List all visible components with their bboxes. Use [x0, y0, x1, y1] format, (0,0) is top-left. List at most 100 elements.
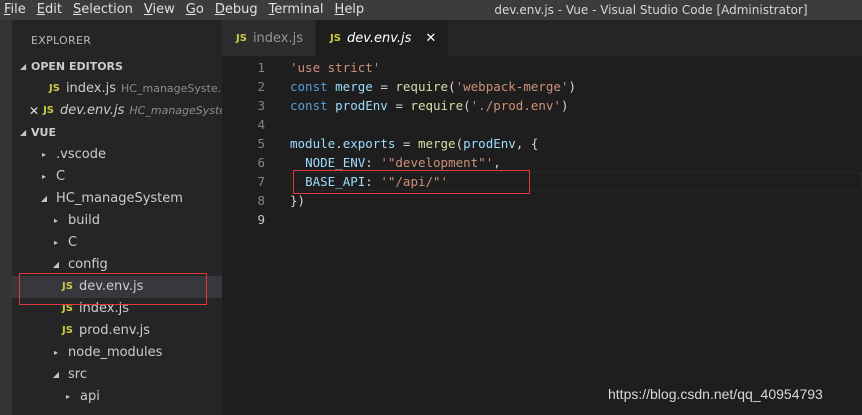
line-number: 7 [257, 174, 265, 189]
explorer-sidebar: EXPLORER ◢ OPEN EDITORS JS index.js HC_m… [12, 20, 222, 415]
chevron-down-icon: ◢ [52, 370, 60, 379]
project-label: VUE [31, 126, 56, 139]
tab-label: dev.env.js [346, 30, 412, 46]
menu-bar: File Edit Selection View Go Debug Terminal Help [0, 0, 371, 20]
folder-item[interactable]: ◢ HC_manageSystem [12, 188, 222, 210]
code-token: , [493, 155, 501, 170]
code-token: exports [342, 136, 396, 151]
open-editor-path: HC_manageSyste... [129, 104, 222, 117]
tab-dev-env-js[interactable]: JS dev.env.js ✕ [316, 20, 450, 56]
close-icon[interactable]: ✕ [425, 31, 436, 46]
tree-item-label: HC_manageSystem [56, 191, 183, 206]
open-editor-name: dev.env.js [60, 103, 125, 118]
js-file-icon: JS [330, 32, 341, 44]
tree-item-label: .vscode [56, 147, 106, 162]
code-token: const [290, 79, 336, 94]
menu-help[interactable]: Help [331, 0, 372, 20]
menu-go[interactable]: Go [182, 0, 211, 20]
open-editors-header[interactable]: ◢ OPEN EDITORS [12, 56, 222, 78]
open-editors-label: OPEN EDITORS [31, 60, 123, 73]
code-token: 'webpack-merge' [455, 79, 569, 94]
menu-view[interactable]: View [140, 0, 182, 20]
chevron-right-icon: ▸ [41, 172, 46, 181]
open-editor-name: index.js [65, 81, 117, 96]
annotation-box-code [293, 170, 530, 194]
code-token: ( [463, 98, 471, 113]
file-item[interactable]: JS prod.env.js [12, 320, 222, 342]
code-token: 'use strict' [290, 60, 381, 75]
code-token: merge [417, 136, 456, 151]
tree-item-label: src [68, 367, 87, 382]
tree-item-label: node_modules [68, 345, 163, 360]
line-number: 4 [257, 117, 265, 132]
open-editor-item-index[interactable]: JS index.js HC_manageSyste... [12, 78, 222, 100]
code-line: 1 'use strict' [222, 58, 862, 77]
code-line: 4 [222, 115, 862, 134]
activity-bar [0, 20, 12, 415]
code-token: ( [448, 79, 456, 94]
line-number: 5 [257, 136, 265, 151]
annotation-box-tree [19, 273, 207, 305]
menu-debug[interactable]: Debug [211, 0, 265, 20]
line-number: 6 [257, 155, 265, 170]
tab-label: index.js [252, 30, 304, 46]
tree-item-label: build [68, 213, 100, 228]
code-token: = [395, 136, 418, 151]
code-token: }) [290, 193, 306, 208]
menu-selection[interactable]: Selection [69, 0, 140, 20]
code-token: require [395, 79, 449, 94]
folder-item[interactable]: ▸ node_modules [12, 342, 222, 364]
line-number: 2 [257, 79, 265, 94]
js-file-icon: JS [62, 325, 73, 336]
code-token: '"development"' [380, 155, 494, 170]
code-token: './prod.env' [470, 98, 561, 113]
code-token: merge [335, 79, 373, 94]
code-token: = [372, 79, 396, 94]
folder-item[interactable]: ▸ api [12, 386, 222, 408]
code-editor[interactable]: 1'use strict' 2 const merge = require('web… [222, 58, 862, 415]
folder-item[interactable]: ▸ C [12, 232, 222, 254]
folder-item[interactable]: ▸ build [12, 210, 222, 232]
folder-item[interactable]: ▸ C [12, 166, 222, 188]
code-token: : [365, 155, 381, 170]
project-header[interactable]: ◢ VUE [12, 122, 222, 144]
code-token: ( [455, 136, 464, 151]
watermark: https://blog.csdn.net/qq_40954793 [608, 386, 823, 402]
caret-down-icon: ◢ [20, 62, 27, 71]
code-line: 3 const prodEnv = require('./prod.env') [222, 96, 862, 115]
chevron-right-icon: ▸ [53, 216, 58, 225]
code-token: ) [560, 98, 569, 113]
code-token: require [410, 98, 464, 113]
title-bar: File Edit Selection View Go Debug Terminal Help… [0, 0, 862, 20]
js-file-icon: JS [43, 105, 54, 116]
tree-item-label: prod.env.js [78, 323, 151, 338]
line-number: 9 [257, 212, 265, 227]
code-line: 2 const merge = require('webpack-merge') [222, 77, 862, 96]
tree-item-label: C [68, 235, 78, 250]
chevron-right-icon: ▸ [65, 392, 70, 401]
menu-file[interactable]: File [0, 0, 33, 20]
chevron-right-icon: ▸ [53, 348, 58, 357]
menu-edit[interactable]: Edit [33, 0, 69, 20]
close-icon[interactable]: ✕ [29, 100, 39, 122]
folder-item[interactable]: ◢ src [12, 364, 222, 386]
editor-area: JS index.js JS dev.env.js ✕ 1 'use strict… [222, 20, 862, 415]
code-token: ) [568, 79, 577, 94]
explorer-title: EXPLORER [31, 34, 92, 47]
code-token: , { [515, 136, 539, 151]
tab-bar: JS index.js JS dev.env.js ✕ [222, 20, 862, 56]
code-token: const [290, 98, 336, 113]
code-token: prodEnv [463, 136, 516, 151]
open-editor-item-dev-env[interactable]: ✕ JS dev.env.js HC_manageSyste... [12, 100, 222, 122]
chevron-down-icon: ◢ [40, 194, 48, 203]
code-line: 5 module.exports = merge(prodEnv, { [222, 134, 862, 153]
caret-down-icon: ◢ [20, 128, 27, 137]
js-file-icon: JS [49, 83, 60, 94]
folder-item[interactable]: ▸ .vscode [12, 144, 222, 166]
code-line: 9 [222, 210, 862, 229]
code-token: = [387, 98, 411, 113]
tab-index-js[interactable]: JS index.js [222, 20, 317, 56]
menu-terminal[interactable]: Terminal [265, 0, 331, 20]
window-title: dev.env.js - Vue - Visual Studio Code [A… [494, 3, 808, 17]
